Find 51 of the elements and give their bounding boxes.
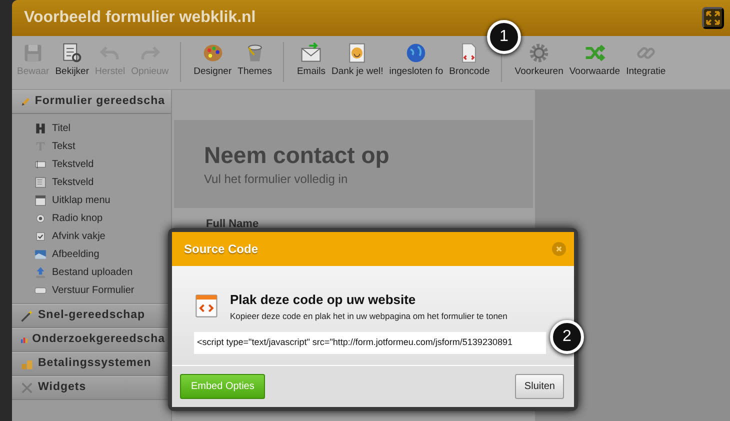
toolbar-button[interactable]: Voorwaarde [566, 42, 624, 82]
image-icon [34, 248, 47, 260]
globe-icon [405, 42, 428, 64]
dialog-description: Kopieer deze code en plak het in uw webpagina om het formulier te tonen [230, 310, 508, 322]
field-label: Full Name [205, 216, 260, 232]
dialog-heading: Plak deze code op uw website [230, 291, 417, 309]
sidebar-tool-item[interactable]: Tekstveld [34, 155, 94, 173]
sidebar-tool-item[interactable]: Titel [34, 119, 71, 137]
sidebar-section-header[interactable]: Widgets [12, 376, 171, 400]
sidebar-section-header[interactable]: Onderzoekgereedscha [12, 328, 171, 352]
dialog-title: Source Code [184, 241, 258, 258]
toolbar-button[interactable]: ingesloten fo [386, 42, 446, 82]
radio-icon [34, 212, 47, 224]
wand-icon [20, 309, 34, 323]
preview-icon [61, 42, 84, 64]
sidebar-section-header[interactable]: Betalingssystemen [12, 352, 171, 376]
sidebar-section-header[interactable]: Snel-gereedschap [12, 304, 171, 328]
sidebar-tool-item[interactable]: Radio knop [34, 209, 103, 227]
sidebar-tool-item[interactable]: Tekstveld [34, 173, 94, 191]
toolbar-button[interactable]: Themes [234, 42, 275, 82]
text-area-icon [34, 176, 47, 188]
expand-icon [705, 10, 721, 26]
window-title: Voorbeeld formulier webklik.nl [24, 8, 256, 28]
toolbar-button[interactable]: Integratie [623, 42, 669, 82]
sidebar-tool-item[interactable]: Afvink vakje [34, 227, 106, 245]
sidebar-tool-item[interactable]: Afbeelding [34, 245, 100, 263]
close-icon [554, 244, 564, 254]
fullscreen-button[interactable] [702, 7, 724, 29]
toolbar-button[interactable]: Dank je wel! [328, 42, 386, 82]
toolbar-button[interactable]: Bekijker [52, 42, 92, 82]
form-subheading: Vul het formulier volledig in [204, 170, 349, 188]
sidebar-tool-item[interactable]: Tekst [34, 137, 76, 155]
sidebar-tool-item[interactable]: Uitklap menu [34, 191, 110, 209]
sidebar-tool-item[interactable]: Verstuur Formulier [34, 281, 134, 299]
toolbar-button[interactable]: Emails [294, 42, 328, 82]
checkbox-icon [34, 230, 47, 242]
upload-icon [34, 266, 47, 278]
heading-icon [34, 122, 47, 134]
toolbar-button[interactable]: Designer [190, 42, 235, 82]
code-field[interactable]: <script type="text/javascript" src="http://form.jotformeu.com/jsform/5139230891 [194, 332, 546, 354]
gear-icon [528, 42, 550, 64]
palette-icon [202, 42, 224, 64]
shuffle-icon [584, 42, 606, 64]
form-heading: Neem contact op [204, 142, 390, 170]
sidebar-tool-item[interactable]: Bestand uploaden [34, 263, 133, 281]
text-field-icon [34, 158, 47, 170]
sidebar-section-header[interactable]: Formulier gereedscha [12, 90, 171, 114]
close-dialog-button[interactable]: Sluiten [515, 374, 564, 399]
envelope-icon [300, 42, 322, 64]
dropdown-icon [34, 194, 47, 206]
code-document-icon [194, 293, 220, 320]
